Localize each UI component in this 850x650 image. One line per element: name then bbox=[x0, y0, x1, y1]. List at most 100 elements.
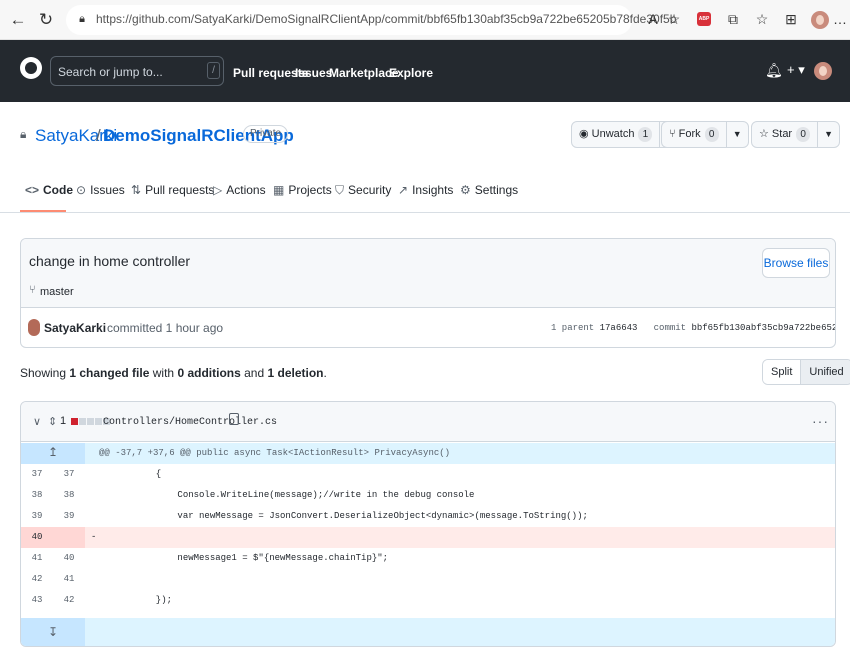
summary-and: and bbox=[244, 366, 265, 380]
diffstat-neutral-block bbox=[95, 418, 102, 425]
more-menu-icon[interactable]: … bbox=[830, 9, 850, 29]
github-logo-icon[interactable] bbox=[20, 57, 42, 79]
diff-line-context: 38 38 Console.WriteLine(message);//write … bbox=[21, 485, 835, 506]
collections-icon[interactable]: ⊞ bbox=[781, 9, 801, 29]
parent-label: 1 parent bbox=[551, 323, 595, 333]
commit-header: change in home controller ⑂ master Brows… bbox=[21, 239, 835, 308]
browser-profile-avatar[interactable] bbox=[811, 11, 829, 29]
hunk-header-row: ↥ @@ -37,7 +37,6 @@ public async Task<IA… bbox=[21, 443, 835, 464]
nav-marketplace[interactable]: Marketplace bbox=[329, 66, 398, 80]
expand-down-icon[interactable]: ↧ bbox=[21, 618, 85, 646]
new-line-number[interactable]: 42 bbox=[53, 590, 85, 611]
watch-count: 1 bbox=[638, 127, 653, 142]
browse-files-button[interactable]: Browse files bbox=[762, 248, 830, 278]
new-line-number[interactable]: 38 bbox=[53, 485, 85, 506]
star-icon: ☆ bbox=[759, 128, 772, 140]
old-line-number[interactable]: 37 bbox=[21, 464, 53, 485]
lock-icon: 🔒︎ bbox=[79, 13, 85, 25]
old-line-number[interactable]: 40 bbox=[21, 527, 53, 548]
tab-insights[interactable]: ↗ Insights bbox=[398, 183, 453, 197]
old-line-number[interactable]: 42 bbox=[21, 569, 53, 590]
collapse-chevron-icon[interactable]: ∨ bbox=[33, 415, 41, 428]
back-arrow-icon[interactable]: ← bbox=[6, 8, 30, 32]
summary-changed-files[interactable]: 1 changed file bbox=[69, 366, 149, 380]
new-line-number[interactable]: 40 bbox=[53, 548, 85, 569]
commit-author[interactable]: SatyaKarki bbox=[44, 321, 106, 335]
diff-summary: Showing 1 changed file with 0 additions … bbox=[20, 366, 327, 380]
file-options-icon[interactable]: ··· bbox=[812, 413, 829, 429]
unified-view-button[interactable]: Unified bbox=[800, 360, 850, 384]
old-line-number[interactable]: 43 bbox=[21, 590, 53, 611]
summary-deletions: 1 deletion bbox=[267, 366, 324, 380]
branch-icon: ⑂ bbox=[29, 284, 36, 296]
expand-all-icon[interactable]: ⇕ bbox=[48, 415, 57, 428]
tab-settings[interactable]: ⚙ Settings bbox=[460, 183, 518, 197]
issue-icon: ⊙ bbox=[76, 183, 87, 197]
tab-projects-label: Projects bbox=[288, 183, 332, 197]
old-line-number[interactable]: 39 bbox=[21, 506, 53, 527]
visibility-badge: Private bbox=[243, 125, 289, 143]
copy-path-icon[interactable] bbox=[229, 413, 239, 425]
tab-code[interactable]: <> Code bbox=[25, 183, 73, 197]
nav-issues[interactable]: Issues bbox=[295, 66, 332, 80]
tab-issues[interactable]: ⊙ Issues bbox=[76, 183, 125, 197]
diff-file: ∨ ⇕ 1 Controllers/HomeController.cs ··· … bbox=[20, 401, 836, 647]
author-avatar[interactable] bbox=[28, 319, 40, 336]
tab-actions[interactable]: ▷ Actions bbox=[213, 183, 266, 197]
tab-actions-label: Actions bbox=[226, 183, 266, 197]
nav-explore[interactable]: Explore bbox=[389, 66, 433, 80]
new-line-number[interactable]: 41 bbox=[53, 569, 85, 590]
split-view-button[interactable]: Split bbox=[763, 360, 801, 384]
tab-security-label: Security bbox=[348, 183, 392, 197]
tab-pull-requests[interactable]: ⇅ Pull requests bbox=[131, 183, 214, 197]
new-line-number[interactable]: 39 bbox=[53, 506, 85, 527]
star-button[interactable]: ☆ Star 0 bbox=[752, 122, 817, 147]
commit-time: committed 1 hour ago bbox=[107, 321, 224, 335]
diff-line-context: 37 37 { bbox=[21, 464, 835, 485]
diff-view-toggle: Split Unified bbox=[762, 359, 850, 385]
tab-pull-requests-label: Pull requests bbox=[145, 183, 215, 197]
star-dropdown-caret-icon[interactable]: ▼ bbox=[817, 122, 839, 147]
star-button-group: ☆ Star 0 ▼ bbox=[751, 121, 841, 148]
user-avatar[interactable] bbox=[814, 62, 832, 80]
old-line-number[interactable]: 41 bbox=[21, 548, 53, 569]
search-placeholder[interactable]: Search or jump to... bbox=[58, 65, 163, 79]
changes-count: 1 bbox=[60, 415, 67, 427]
favorite-add-icon[interactable]: ☆ bbox=[664, 9, 684, 29]
hunk-header-text: @@ -37,7 +37,6 @@ public async Task<IAct… bbox=[99, 448, 451, 458]
notification-bell-icon[interactable]: 🔔︎ bbox=[765, 62, 783, 79]
new-line-number[interactable]: 37 bbox=[53, 464, 85, 485]
url-text[interactable]: https://github.com/SatyaKarki/DemoSignal… bbox=[96, 12, 676, 26]
diff-line-deleted: 40 - bbox=[21, 527, 835, 548]
diffstat-neutral-block bbox=[87, 418, 94, 425]
code-line: - bbox=[91, 532, 97, 542]
file-path-link[interactable]: Controllers/HomeController.cs bbox=[103, 417, 277, 428]
branch-name[interactable]: master bbox=[40, 286, 74, 298]
new-line-number[interactable] bbox=[53, 527, 85, 548]
favorites-icon[interactable]: ☆ bbox=[752, 9, 772, 29]
repo-path-separator: / bbox=[96, 126, 101, 145]
browser-toolbar: ← ↻ 🔒︎ https://github.com/SatyaKarki/Dem… bbox=[0, 0, 850, 40]
create-new-plus-icon[interactable]: + ▾ bbox=[787, 62, 805, 78]
unwatch-button[interactable]: ◉ Unwatch 1 bbox=[572, 122, 659, 147]
tabs-divider bbox=[0, 212, 850, 213]
fork-button-group: ⑂ Fork 0 ▼ bbox=[661, 121, 749, 148]
diffstat-deletion-block bbox=[71, 418, 78, 425]
expand-up-icon[interactable]: ↥ bbox=[21, 443, 85, 464]
table-icon: ▦ bbox=[273, 183, 285, 197]
parent-sha-link[interactable]: 17a6643 bbox=[600, 323, 638, 333]
reload-icon[interactable]: ↻ bbox=[34, 8, 58, 32]
adblock-extension-icon[interactable]: ABP bbox=[697, 12, 711, 26]
code-icon: <> bbox=[25, 183, 40, 197]
commit-box: change in home controller ⑂ master Brows… bbox=[20, 238, 836, 348]
extension-icon[interactable]: ⧉ bbox=[723, 9, 743, 29]
hunk-footer-row: ↧ bbox=[21, 618, 835, 646]
star-count: 0 bbox=[796, 127, 811, 142]
read-aloud-icon[interactable]: A bbox=[643, 9, 663, 29]
lock-icon: 🔒︎ bbox=[20, 127, 27, 141]
tab-security[interactable]: ⛉ Security bbox=[335, 183, 391, 198]
fork-button[interactable]: ⑂ Fork 0 bbox=[662, 122, 726, 147]
old-line-number[interactable]: 38 bbox=[21, 485, 53, 506]
tab-projects[interactable]: ▦ Projects bbox=[273, 183, 332, 197]
fork-dropdown-caret-icon[interactable]: ▼ bbox=[725, 122, 748, 147]
